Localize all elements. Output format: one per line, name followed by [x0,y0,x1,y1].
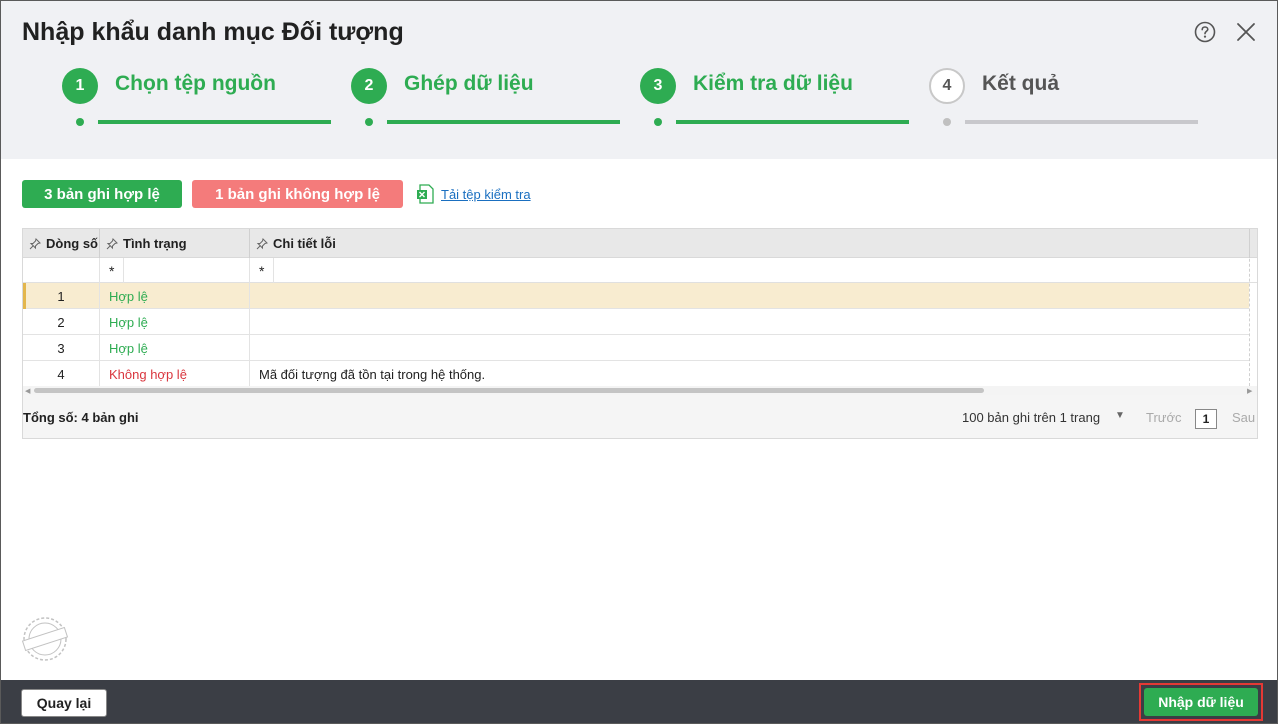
table-row[interactable]: 4 Không hợp lệ Mã đối tượng đã tồn tại t… [23,361,1249,387]
step-dot [654,118,662,126]
page-size-select[interactable]: 100 bản ghi trên 1 trang [962,410,1100,425]
filter-operator[interactable]: * [259,263,264,279]
close-icon[interactable] [1235,21,1257,43]
column-divider [1249,229,1250,386]
scroll-right-icon[interactable]: ▶ [1247,387,1252,395]
stamp-watermark-icon [21,617,69,661]
status-cell: Hợp lệ [100,283,250,309]
step-label: Kiểm tra dữ liệu [693,72,853,95]
scrollbar-thumb[interactable] [34,388,984,393]
line-number: 2 [23,309,100,335]
line-number: 3 [23,335,100,361]
error-detail-cell [250,283,1249,309]
step-number: 3 [640,68,676,104]
import-data-button[interactable]: Nhập dữ liệu [1144,688,1258,716]
grid-header: Dòng số Tình trạng Chi tiết lỗi [23,229,1257,258]
valid-records-badge[interactable]: 3 bản ghi hợp lệ [22,180,182,208]
question-circle-icon[interactable] [1194,21,1216,43]
caret-down-icon[interactable]: ▼ [1115,410,1125,421]
scroll-left-icon[interactable]: ◀ [25,387,30,395]
line-number: 1 [23,283,100,309]
step-number: 1 [62,68,98,104]
column-header-status[interactable]: Tình trạng [100,229,250,258]
grid-footer: Tổng số: 4 bản ghi 100 bản ghi trên 1 tr… [23,395,1257,438]
step-progress-bar [965,120,1198,124]
column-title: Tình trạng [123,236,187,251]
column-header-error-detail[interactable]: Chi tiết lỗi [250,229,1250,258]
table-row[interactable]: 3 Hợp lệ [23,335,1249,361]
step-label: Kết quả [982,72,1060,95]
step-dot [943,118,951,126]
excel-file-icon[interactable] [416,184,434,204]
dialog-title: Nhập khẩu danh mục Đối tượng [22,18,404,46]
step-label: Chọn tệp nguồn [115,72,276,95]
step-label: Ghép dữ liệu [404,72,534,95]
line-number: 4 [23,361,100,387]
filter-operator[interactable]: * [109,263,114,279]
error-detail-cell: Mã đối tượng đã tồn tại trong hệ thống. [259,366,486,382]
step-number: 4 [929,68,965,104]
column-header-line[interactable]: Dòng số [23,229,100,258]
filter-row: * * [23,258,1257,283]
pin-icon[interactable] [29,237,41,250]
current-page[interactable]: 1 [1195,409,1217,429]
step-number: 2 [351,68,387,104]
next-page-button[interactable]: Sau [1232,410,1255,425]
step-progress-bar [98,120,331,124]
step-dot [365,118,373,126]
import-button-highlight: Nhập dữ liệu [1139,683,1263,721]
step-progress-bar [387,120,620,124]
pin-icon[interactable] [256,237,268,250]
import-dialog: Nhập khẩu danh mục Đối tượng 1 Chọn tệp … [0,0,1278,724]
table-row[interactable]: 2 Hợp lệ [23,309,1249,335]
download-check-file-link[interactable]: Tải tệp kiểm tra [441,187,531,202]
status-cell: Không hợp lệ [100,361,250,387]
column-title: Chi tiết lỗi [273,236,336,251]
horizontal-scrollbar[interactable]: ◀ ▶ [23,386,1257,395]
step-progress-bar [676,120,909,124]
filter-cell-line [23,258,100,283]
total-records: Tổng số: 4 bản ghi [23,410,139,425]
step-dot [76,118,84,126]
dialog-footer: Quay lại Nhập dữ liệu [1,680,1277,723]
invalid-records-badge[interactable]: 1 bản ghi không hợp lệ [192,180,403,208]
status-cell: Hợp lệ [100,335,250,361]
validation-grid: Dòng số Tình trạng Chi tiết lỗi * * 1 Hợ… [22,228,1258,439]
dialog-header: Nhập khẩu danh mục Đối tượng 1 Chọn tệp … [1,1,1277,159]
pin-icon[interactable] [106,237,118,250]
error-detail-cell [250,309,1249,335]
status-cell: Hợp lệ [100,309,250,335]
filter-detail-input[interactable]: * [250,258,1250,283]
prev-page-button[interactable]: Trước [1146,410,1182,425]
filter-status-input[interactable]: * [100,258,250,283]
table-row[interactable]: 1 Hợp lệ [23,283,1249,309]
error-detail-cell [250,335,1249,361]
back-button[interactable]: Quay lại [21,689,107,717]
column-title: Dòng số [46,236,98,251]
